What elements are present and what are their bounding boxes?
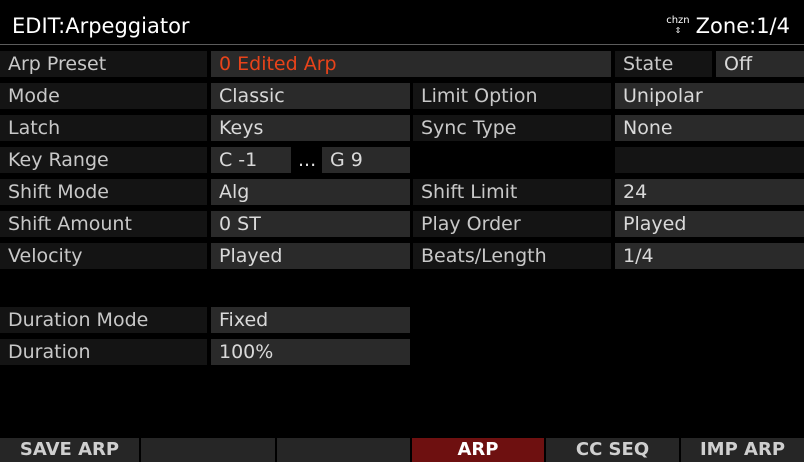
zone-indicator: chzn ⇕ Zone:1/4 bbox=[666, 14, 790, 38]
limit-option-field[interactable]: Unipolar bbox=[615, 83, 804, 109]
play-order-field[interactable]: Played bbox=[615, 211, 804, 237]
key-range-label: Key Range bbox=[0, 147, 207, 173]
beats-length-label: Beats/Length bbox=[413, 243, 611, 269]
duration-mode-label: Duration Mode bbox=[0, 307, 207, 333]
page-title: EDIT:Arpeggiator bbox=[12, 14, 190, 38]
shift-limit-label: Shift Limit bbox=[413, 179, 611, 205]
key-range-low-field[interactable]: C -1 bbox=[211, 147, 291, 173]
beats-length-field[interactable]: 1/4 bbox=[615, 243, 804, 269]
state-label: State bbox=[615, 51, 712, 77]
shift-amount-field[interactable]: 0 ST bbox=[211, 211, 410, 237]
header-divider bbox=[0, 44, 804, 45]
velocity-label: Velocity bbox=[0, 243, 207, 269]
arp-preset-label: Arp Preset bbox=[0, 51, 207, 77]
softkey-imp-arp[interactable]: IMP ARP bbox=[681, 438, 804, 462]
softkey-save-arp[interactable]: SAVE ARP bbox=[0, 438, 141, 462]
limit-option-label: Limit Option bbox=[413, 83, 611, 109]
sync-type-label: Sync Type bbox=[413, 115, 611, 141]
duration-mode-field[interactable]: Fixed bbox=[211, 307, 410, 333]
softkey-arp[interactable]: ARP bbox=[412, 438, 546, 462]
play-order-label: Play Order bbox=[413, 211, 611, 237]
softkey-empty-2[interactable] bbox=[141, 438, 277, 462]
velocity-field[interactable]: Played bbox=[211, 243, 410, 269]
empty-cell bbox=[615, 147, 804, 173]
arp-preset-field[interactable]: 0 Edited Arp bbox=[211, 51, 611, 77]
latch-label: Latch bbox=[0, 115, 207, 141]
softkey-cc-seq[interactable]: CC SEQ bbox=[546, 438, 681, 462]
header-bar: EDIT:Arpeggiator chzn ⇕ Zone:1/4 bbox=[0, 8, 804, 44]
shift-limit-field[interactable]: 24 bbox=[615, 179, 804, 205]
shift-mode-label: Shift Mode bbox=[0, 179, 207, 205]
sync-type-field[interactable]: None bbox=[615, 115, 804, 141]
duration-field[interactable]: 100% bbox=[211, 339, 410, 365]
channel-zone-icon: chzn ⇕ bbox=[666, 15, 690, 36]
state-field[interactable]: Off bbox=[716, 51, 804, 77]
shift-mode-field[interactable]: Alg bbox=[211, 179, 410, 205]
key-range-high-field[interactable]: G 9 bbox=[322, 147, 410, 173]
key-range-separator: ... bbox=[298, 149, 317, 171]
duration-label: Duration bbox=[0, 339, 207, 365]
mode-field[interactable]: Classic bbox=[211, 83, 410, 109]
softkey-bar: SAVE ARP ARP CC SEQ IMP ARP bbox=[0, 438, 804, 462]
zone-label: Zone:1/4 bbox=[695, 14, 790, 38]
mode-label: Mode bbox=[0, 83, 207, 109]
shift-amount-label: Shift Amount bbox=[0, 211, 207, 237]
softkey-empty-3[interactable] bbox=[277, 438, 412, 462]
latch-field[interactable]: Keys bbox=[211, 115, 410, 141]
